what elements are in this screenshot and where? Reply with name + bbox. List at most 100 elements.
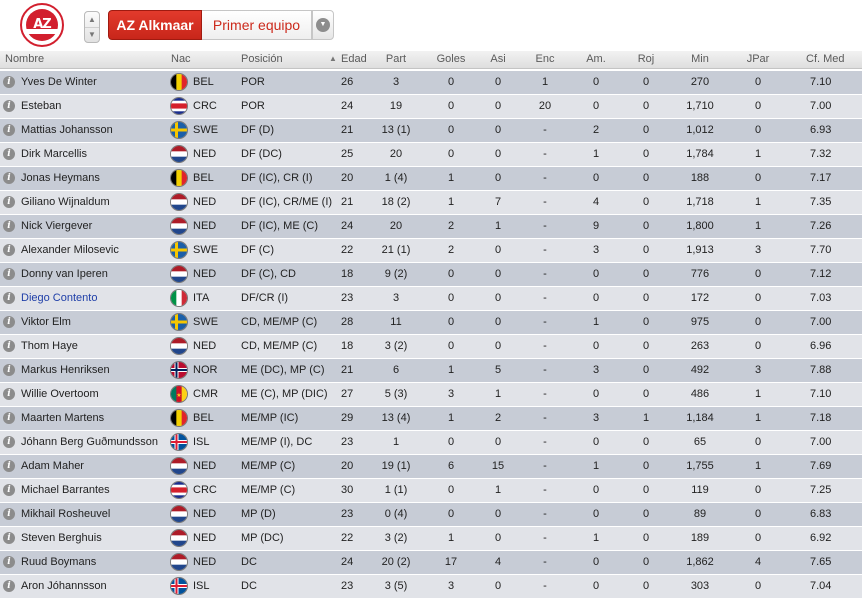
player-row[interactable]: i SWE Mattias Johansson DF (D) 21 13 (1) 0 0 - 2 0… xyxy=(0,119,862,143)
info-icon[interactable]: i xyxy=(3,172,15,184)
player-name[interactable]: Esteban xyxy=(21,95,171,118)
player-row[interactable]: i CRC Michael Barrantes ME/MP (C) 30 1 (1) 0 1 -… xyxy=(0,479,862,503)
info-icon[interactable]: i xyxy=(3,220,15,232)
player-name[interactable]: Jonas Heymans xyxy=(21,167,171,190)
column-name[interactable]: Nombre xyxy=(5,51,44,69)
player-name[interactable]: Adam Maher xyxy=(21,455,171,478)
player-name[interactable]: Ruud Boymans xyxy=(21,551,171,574)
player-nationality: SWE xyxy=(193,316,219,328)
info-icon[interactable]: i xyxy=(3,124,15,136)
column-rating[interactable]: Cf. Med xyxy=(806,51,845,69)
info-icon[interactable]: i xyxy=(3,580,15,592)
player-row[interactable]: i NED Mikhail Rosheuvel MP (D) 23 0 (4) 0 0 - 0 0 8… xyxy=(0,503,862,527)
player-name[interactable]: Steven Berghuis xyxy=(21,527,171,550)
info-icon[interactable]: i xyxy=(3,532,15,544)
player-name[interactable]: Thom Haye xyxy=(21,335,171,358)
player-name[interactable]: Michael Barrantes xyxy=(21,479,171,502)
player-name[interactable]: Viktor Elm xyxy=(21,311,171,334)
player-row[interactable]: i NED Dirk Marcellis DF (DC) 25 20 0 0 - 1 0 1,784 1… xyxy=(0,143,862,167)
player-row[interactable]: i ISL Jóhann Berg Guðmundsson ME/MP (I), DC… xyxy=(0,431,862,455)
player-name[interactable]: Yves De Winter xyxy=(21,71,171,94)
info-icon[interactable]: i xyxy=(3,100,15,112)
info-icon[interactable]: i xyxy=(3,268,15,280)
player-name[interactable]: Willie Overtoom xyxy=(21,383,171,406)
info-icon[interactable]: i xyxy=(3,460,15,472)
column-enc[interactable]: Enc xyxy=(527,51,563,69)
info-icon[interactable]: i xyxy=(3,556,15,568)
column-minutes[interactable]: Min xyxy=(680,51,720,69)
column-assists[interactable]: Asi xyxy=(483,51,513,69)
player-row[interactable]: i BEL Yves De Winter POR 26 3 0 0 1 0 0 270 0 7.10 xyxy=(0,71,862,95)
info-icon[interactable]: i xyxy=(3,364,15,376)
player-name[interactable]: Mikhail Rosheuvel xyxy=(21,503,171,526)
player-row[interactable]: i BEL Maarten Martens ME/MP (IC) 29 13 (4) 1 2 -… xyxy=(0,407,862,431)
info-icon[interactable]: i xyxy=(3,388,15,400)
info-icon[interactable]: i xyxy=(3,244,15,256)
player-name[interactable]: Maarten Martens xyxy=(21,407,171,430)
column-goals[interactable]: Goles xyxy=(426,51,476,69)
player-assists: 0 xyxy=(494,124,502,136)
player-row[interactable]: i SWE Alexander Milosevic DF (C) 22 21 (1) 2 0 -… xyxy=(0,239,862,263)
player-name[interactable]: Giliano Wijnaldum xyxy=(21,191,171,214)
column-apps[interactable]: Part xyxy=(376,51,416,69)
info-icon[interactable]: i xyxy=(3,508,15,520)
column-yellow[interactable]: Am. xyxy=(578,51,614,69)
player-row[interactable]: i SWE Viktor Elm CD, ME/MP (C) 28 11 0 0 - 1 0 975 0… xyxy=(0,311,862,335)
player-red: 0 xyxy=(642,532,650,544)
player-name[interactable]: Jóhann Berg Guðmundsson xyxy=(21,431,171,454)
player-name[interactable]: Aron Jóhannsson xyxy=(21,575,171,598)
player-row[interactable]: i ITA Diego Contento DF/CR (I) 23 3 0 0 - 0 0 172 0 7… xyxy=(0,287,862,311)
player-row[interactable]: i NED Nick Viergever DF (IC), ME (C) 24 20 2 1 -… xyxy=(0,215,862,239)
club-logo[interactable]: AZ xyxy=(20,3,64,47)
player-nationality: NED xyxy=(193,220,217,232)
flag-icon xyxy=(171,314,187,330)
column-position[interactable]: Posición xyxy=(241,51,283,69)
player-name[interactable]: Dirk Marcellis xyxy=(21,143,171,166)
info-icon[interactable]: i xyxy=(3,196,15,208)
column-age[interactable]: Edad xyxy=(341,51,367,69)
header: AZ ▲ ▼ AZ Alkmaar Primer equipo ▼ xyxy=(0,0,862,50)
player-row[interactable]: i ★ CMR Willie Overtoom ME (C), MP (DIC) 27 5 … xyxy=(0,383,862,407)
player-row[interactable]: i CRC Esteban POR 24 19 0 0 20 0 0 1,710 0 7.00 xyxy=(0,95,862,119)
player-name[interactable]: Nick Viergever xyxy=(21,215,171,238)
player-position: DF (D) xyxy=(241,124,274,136)
info-icon[interactable]: i xyxy=(3,316,15,328)
player-yellow: 0 xyxy=(592,556,600,568)
player-row[interactable]: i NED Giliano Wijnaldum DF (IC), CR/ME (I) 2… xyxy=(0,191,862,215)
team-selector[interactable]: Primer equipo xyxy=(202,10,312,40)
player-apps: 19 xyxy=(389,100,403,112)
player-yellow: 3 xyxy=(592,244,600,256)
player-row[interactable]: i BEL Jonas Heymans DF (IC), CR (I) 20 1 (4) 1… xyxy=(0,167,862,191)
club-button[interactable]: AZ Alkmaar xyxy=(108,10,202,40)
player-row[interactable]: i NOR Markus Henriksen ME (DC), MP (C) 21 6 1 5… xyxy=(0,359,862,383)
player-name[interactable]: Markus Henriksen xyxy=(21,359,171,382)
team-dropdown-button[interactable]: ▼ xyxy=(312,10,334,40)
info-icon[interactable]: i xyxy=(3,340,15,352)
player-age: 22 xyxy=(341,244,354,256)
player-jpar: 0 xyxy=(754,292,762,304)
player-name[interactable]: Alexander Milosevic xyxy=(21,239,171,262)
player-nationality: NED xyxy=(193,340,217,352)
player-apps: 3 (5) xyxy=(384,580,408,592)
player-row[interactable]: i ISL Aron Jóhannsson DC 23 3 (5) 3 0 - 0 0 303 0 7.0… xyxy=(0,575,862,599)
info-icon[interactable]: i xyxy=(3,292,15,304)
column-red[interactable]: Roj xyxy=(628,51,664,69)
player-row[interactable]: i NED Donny van Iperen DF (C), CD 18 9 (2) 0 0 -… xyxy=(0,263,862,287)
column-nat[interactable]: Nac xyxy=(171,51,191,69)
nav-down-arrow-icon[interactable]: ▼ xyxy=(85,27,99,42)
player-row[interactable]: i NED Ruud Boymans DC 24 20 (2) 17 4 - 0 0 1,862 4 7.… xyxy=(0,551,862,575)
column-jpar[interactable]: JPar xyxy=(740,51,776,69)
player-row[interactable]: i NED Adam Maher ME/MP (C) 20 19 (1) 6 15 - 1 0 1,7… xyxy=(0,455,862,479)
info-icon[interactable]: i xyxy=(3,412,15,424)
nav-up-arrow-icon[interactable]: ▲ xyxy=(85,12,99,28)
player-row[interactable]: i NED Thom Haye CD, ME/MP (C) 18 3 (2) 0 0 - 0 0 26… xyxy=(0,335,862,359)
info-icon[interactable]: i xyxy=(3,484,15,496)
player-name[interactable]: Mattias Johansson xyxy=(21,119,171,142)
player-name[interactable]: Donny van Iperen xyxy=(21,263,171,286)
info-icon[interactable]: i xyxy=(3,148,15,160)
player-row[interactable]: i NED Steven Berghuis MP (DC) 22 3 (2) 1 0 - 1 0 18… xyxy=(0,527,862,551)
player-name[interactable]: Diego Contento xyxy=(21,287,171,310)
player-minutes: 65 xyxy=(693,436,707,448)
info-icon[interactable]: i xyxy=(3,436,15,448)
info-icon[interactable]: i xyxy=(3,76,15,88)
